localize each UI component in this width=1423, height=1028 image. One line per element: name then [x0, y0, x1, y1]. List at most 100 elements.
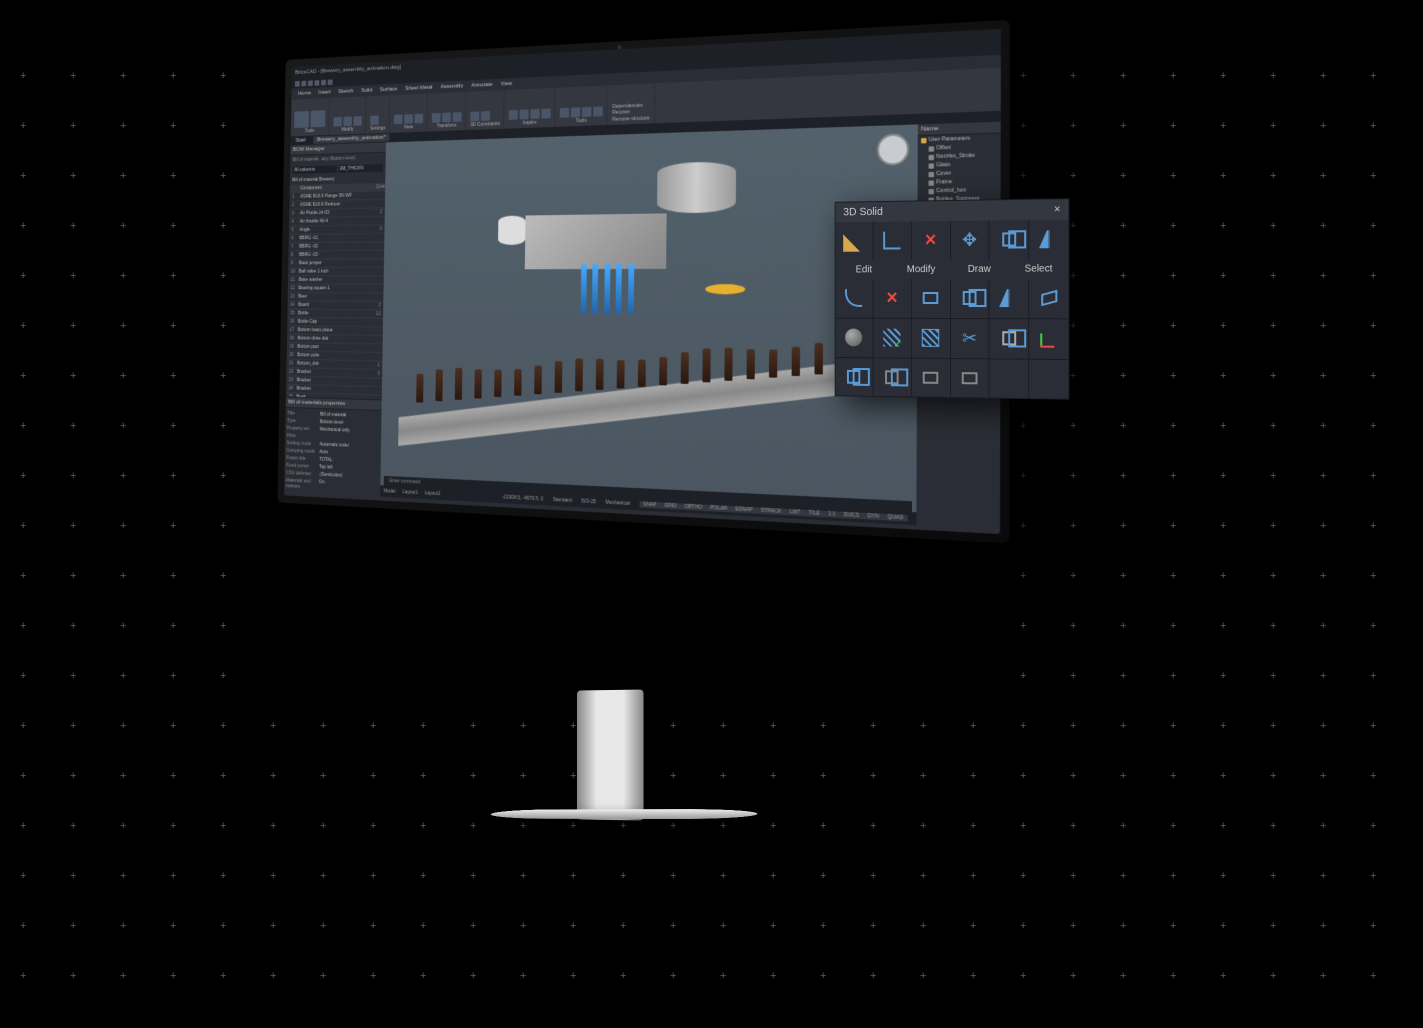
status-toggle-1:1[interactable]: 1:1	[824, 511, 840, 518]
trim-tool-icon[interactable]: ✂	[951, 319, 989, 358]
undo-icon[interactable]	[321, 80, 326, 86]
delete2-tool-icon[interactable]: ×	[873, 279, 910, 318]
close-icon[interactable]: ×	[1054, 203, 1061, 215]
hide-icon[interactable]	[394, 114, 403, 124]
rect2-tool-icon[interactable]	[951, 359, 989, 398]
table-row[interactable]: 10Ball valve 1 inch	[288, 268, 384, 277]
params-panel-icon[interactable]	[593, 106, 603, 116]
status-toggle-ducs[interactable]: DUCS	[840, 512, 864, 520]
show-icon[interactable]	[404, 114, 413, 124]
sphere-tool-icon[interactable]	[836, 318, 873, 356]
hatch-tool-icon[interactable]	[912, 319, 950, 358]
tab-solid[interactable]: Solid	[358, 88, 376, 94]
tab-draw[interactable]: Draw	[950, 264, 1009, 275]
tab-sketch[interactable]: Sketch	[335, 88, 357, 95]
copy2-tool-icon[interactable]	[951, 279, 989, 318]
tab-home[interactable]: Home	[295, 90, 315, 96]
tab-modify[interactable]: Modify	[892, 264, 950, 275]
ribbon-label: Settings	[370, 125, 385, 131]
tab-assembly[interactable]: Assembly	[437, 83, 467, 90]
status-toggle-dyn[interactable]: DYN	[863, 513, 883, 520]
delete-tool-icon[interactable]: ×	[912, 221, 950, 260]
status-toggle-ortho[interactable]: ORTHO	[680, 503, 706, 511]
bottle	[514, 369, 522, 396]
brush-tool-icon[interactable]	[836, 222, 873, 261]
browser-icon[interactable]	[582, 107, 591, 117]
move-icon[interactable]	[432, 113, 441, 123]
bom-columns-dropdown[interactable]: All columns	[292, 165, 336, 174]
bom-panel: BOM Manager Bill of material...any (Bott…	[284, 142, 386, 496]
update-icon[interactable]	[560, 108, 569, 118]
tab-sheetmetal[interactable]: Sheet Metal	[402, 85, 437, 92]
visual-style-icon[interactable]	[415, 114, 424, 124]
ribbon-group-inquire: Inquire	[505, 88, 556, 129]
table-row[interactable]: 11Base washer	[288, 276, 384, 285]
mirror-tool-icon[interactable]	[1029, 220, 1068, 260]
bom-icon[interactable]	[531, 109, 540, 119]
new-component-icon[interactable]	[294, 111, 309, 128]
tab-surface[interactable]: Surface	[376, 86, 400, 93]
tab-layout2[interactable]: Layout2	[421, 490, 444, 497]
3d-solid-lower-grid: × ✂	[836, 278, 1069, 399]
status-toggle-esnap[interactable]: ESNAP	[731, 506, 756, 514]
ribbon-group-settings: Settings	[367, 95, 391, 133]
tab-annotate[interactable]: Annotate	[468, 82, 497, 89]
flyout-remove-structure[interactable]: Remove structure	[612, 115, 650, 123]
init-structure-icon[interactable]	[310, 110, 325, 127]
concentric-icon[interactable]	[481, 111, 490, 121]
tab-edit[interactable]: Edit	[836, 264, 893, 275]
sheets-tool-icon[interactable]	[990, 319, 1029, 358]
ucs2-tool-icon[interactable]	[1029, 319, 1068, 359]
explode-icon[interactable]	[571, 107, 580, 117]
print-icon[interactable]	[314, 80, 319, 86]
redo-icon[interactable]	[328, 79, 333, 85]
replace-icon[interactable]	[343, 117, 351, 127]
table-row[interactable]: 12Bearing square 1	[288, 285, 384, 294]
subtract-tool-icon[interactable]	[873, 358, 910, 397]
balloon-icon[interactable]	[509, 110, 518, 120]
open-icon[interactable]	[301, 81, 306, 87]
capping-disc	[705, 284, 745, 294]
save-icon[interactable]	[308, 80, 313, 86]
bom-filter-field[interactable]: 2M_THICKN	[338, 164, 383, 173]
empty-cell	[990, 359, 1029, 399]
open-copy-icon[interactable]	[333, 117, 341, 127]
new-icon[interactable]	[295, 81, 300, 87]
doc-tab-start[interactable]: Start	[295, 138, 305, 144]
coincident-icon[interactable]	[470, 111, 479, 121]
curve-tool-icon[interactable]	[836, 279, 873, 317]
rect-tool-icon[interactable]	[912, 358, 950, 397]
hatch-check-tool-icon[interactable]	[873, 318, 910, 357]
tab-select[interactable]: Select	[1009, 263, 1069, 274]
status-toggle-grid[interactable]: GRID	[660, 502, 680, 509]
mass-props-icon[interactable]	[541, 108, 550, 118]
tab-insert[interactable]: Insert	[315, 90, 334, 96]
balloon-auto-icon[interactable]	[520, 109, 529, 119]
move-tool-icon[interactable]: ✥	[951, 221, 989, 260]
tab-model[interactable]: Model	[380, 488, 399, 495]
array-icon[interactable]	[453, 112, 462, 122]
settings-icon[interactable]	[370, 115, 379, 125]
status-toggle-tile[interactable]: TILE	[805, 510, 824, 517]
table-row[interactable]: 9Back jumper	[288, 259, 384, 268]
status-toggle-lwt[interactable]: LWT	[786, 509, 805, 516]
3d-solid-header[interactable]: 3D Solid ×	[836, 199, 1069, 222]
copy-tool-icon[interactable]	[990, 220, 1029, 260]
tab-layout1[interactable]: Layout1	[399, 489, 421, 496]
ucs-tool-icon[interactable]	[873, 221, 910, 260]
bottle	[659, 357, 667, 386]
tab-view[interactable]: View	[497, 81, 516, 88]
dissolve-icon[interactable]	[353, 116, 362, 126]
status-toggle-polar[interactable]: POLAR	[706, 505, 731, 513]
union-tool-icon[interactable]	[836, 358, 873, 397]
status-toggle-snap[interactable]: SNAP	[639, 501, 660, 508]
status-toggle-quad[interactable]: QUAD	[883, 514, 907, 522]
bom-table[interactable]: 1ASME B16.5 Flange SN WF2ASME B16.9 Redu…	[286, 191, 385, 399]
bom-props-header: Bill of materials properties	[286, 398, 382, 411]
box-tool-icon[interactable]	[912, 279, 950, 318]
rotate-icon[interactable]	[442, 113, 451, 123]
extrude-tool-icon[interactable]	[1029, 278, 1068, 318]
status-toggle-strack[interactable]: STRACK	[757, 507, 786, 515]
bottle	[617, 360, 625, 389]
mirror2-tool-icon[interactable]	[990, 279, 1029, 318]
